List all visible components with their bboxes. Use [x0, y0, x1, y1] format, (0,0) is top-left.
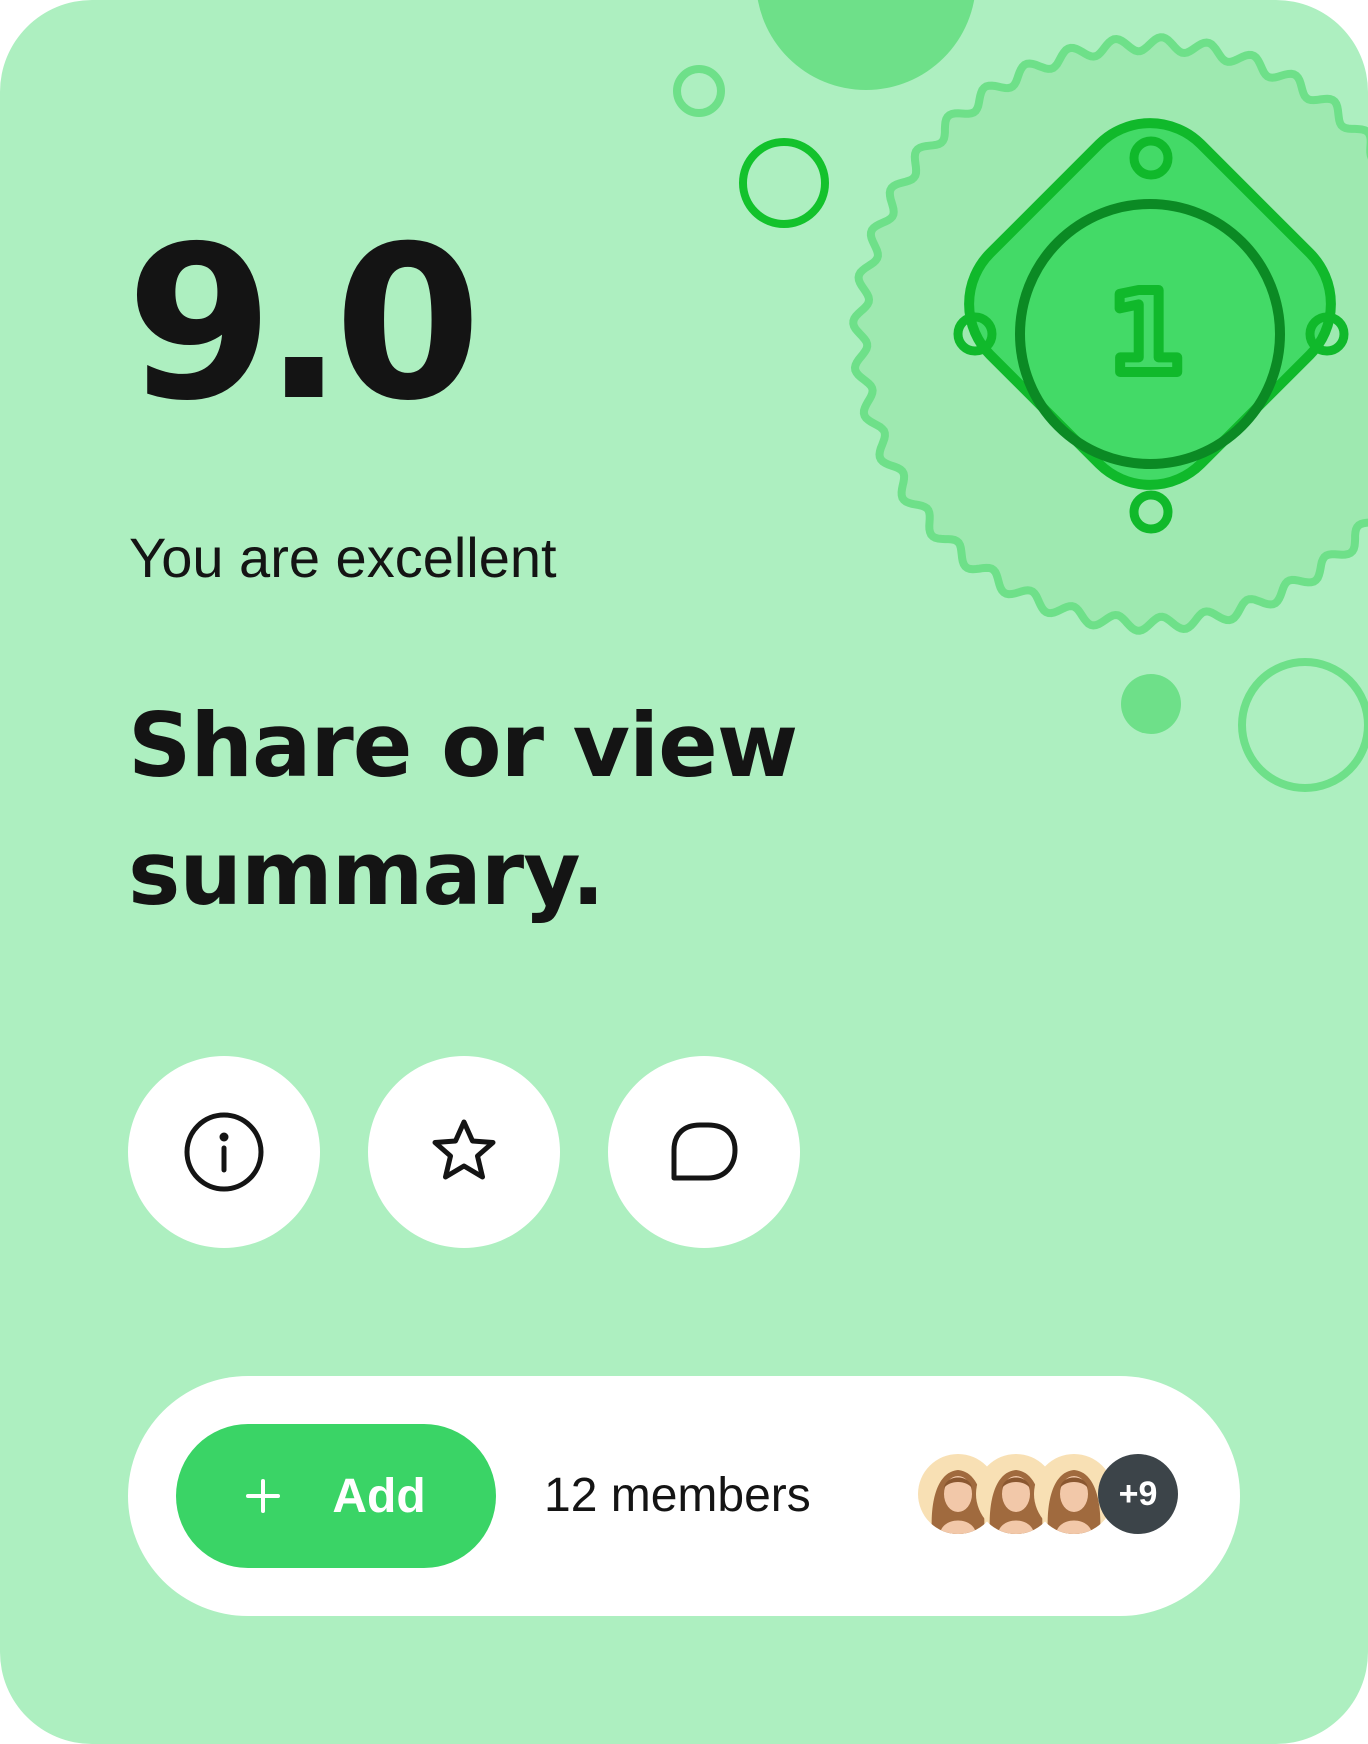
score-value: 9.0 — [126, 200, 482, 447]
info-icon — [184, 1112, 264, 1192]
badge-inner-ring — [1015, 199, 1285, 469]
chat-bubble-icon — [671, 1122, 738, 1181]
add-member-button[interactable]: Add — [176, 1424, 496, 1568]
badge-number: 1 — [1107, 269, 1185, 399]
star-icon — [432, 1119, 496, 1180]
decor-circle-top — [757, 0, 975, 90]
add-button-label: Add — [332, 1469, 426, 1523]
badge-diamond — [964, 118, 1336, 490]
decor-ring-small — [673, 65, 725, 117]
achievement-badge: 1 — [849, 33, 1368, 635]
plus-icon — [246, 1479, 281, 1513]
summary-card: 1 9.0 You are excellent Share or view su… — [0, 0, 1368, 1744]
decor-dot — [1121, 674, 1181, 734]
more-members-count: +9 — [1118, 1474, 1158, 1513]
star-button[interactable] — [368, 1056, 560, 1248]
badge-dot-bottom — [1129, 490, 1173, 534]
decor-ring-medium — [739, 138, 829, 228]
more-members-avatar[interactable]: +9 — [1098, 1454, 1178, 1534]
info-button[interactable] — [128, 1056, 320, 1248]
badge-dot-top — [1129, 136, 1173, 180]
decor-ring-large — [1238, 658, 1368, 792]
badge-seal — [849, 33, 1368, 635]
badge-dot-left — [953, 312, 997, 356]
members-bar: Add 12 members +9 — [128, 1376, 1240, 1616]
comment-button[interactable] — [608, 1056, 800, 1248]
members-count: 12 members — [544, 1469, 811, 1522]
headline: Share or view summary. — [128, 694, 798, 925]
score-subtitle: You are excellent — [129, 526, 557, 589]
badge-dot-right — [1305, 312, 1349, 356]
